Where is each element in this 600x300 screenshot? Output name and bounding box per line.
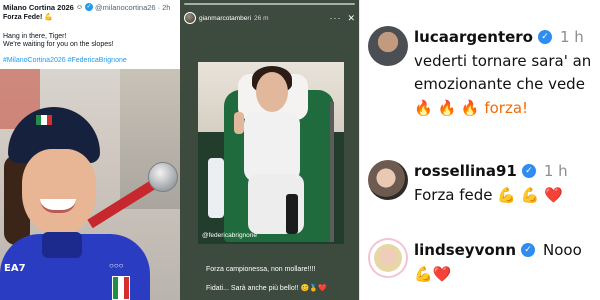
comment-username[interactable]: rossellina91 ✓ 1 h <box>414 162 568 180</box>
comment-text: emozionante che vede <box>414 75 585 93</box>
comment-text: Nooo <box>543 241 582 259</box>
tweet-line-2: We're waiting for you on the slopes! <box>3 41 114 48</box>
more-icon[interactable]: ··· <box>329 13 341 23</box>
story-header: gianmarcotamberi 26 m ··· ✕ <box>184 10 355 26</box>
tweet-account-name[interactable]: Milano Cortina 2026 <box>3 3 74 12</box>
story-panel: gianmarcotamberi 26 m ··· ✕ @federicabri… <box>180 0 359 300</box>
olympic-rings-icon: ○○○ <box>109 261 124 270</box>
tweet-time: 2h <box>162 2 171 12</box>
medal-icon <box>148 162 178 192</box>
story-username[interactable]: gianmarcotamberi <box>199 15 251 22</box>
avatar[interactable] <box>184 12 196 24</box>
comment-username[interactable]: lucaargentero ✓ 1 h <box>414 28 584 46</box>
verified-icon: ✓ <box>538 30 552 44</box>
comment-text: vederti tornare sara' an <box>414 52 592 70</box>
comment-text: Forza fede 💪 💪 ❤️ <box>414 186 563 204</box>
tweet-hashtags[interactable]: #MilanoCortina2026 #FedericaBrignone <box>3 57 127 64</box>
close-icon[interactable]: ✕ <box>347 13 355 24</box>
verified-icon: ✓ <box>521 243 536 257</box>
italy-flag-icon <box>36 115 52 125</box>
story-mention[interactable]: @federicabrignone <box>202 232 257 239</box>
avatar[interactable] <box>368 26 408 66</box>
avatar[interactable] <box>368 160 408 200</box>
story-caption-1: Forza campionessa, non mollare!!!! <box>206 266 316 273</box>
avatar[interactable] <box>368 238 408 278</box>
comment-text: 🔥 🔥 🔥 forza! <box>414 99 529 117</box>
story-time: 26 m <box>254 14 269 22</box>
tweet-headline: Forza Fede! 💪 <box>3 14 53 21</box>
comment-time: 1 h <box>560 28 584 46</box>
comment-text: 💪❤️ <box>414 265 452 283</box>
verified-icon: ✓ <box>85 3 94 11</box>
smile-emoji: ☺ <box>75 3 84 11</box>
italy-flag-badge-icon <box>112 276 130 300</box>
tweet-panel: Milano Cortina 2026 ☺ ✓ @milanocortina26… <box>0 0 180 300</box>
story-photo <box>198 62 344 244</box>
story-caption-2: Fidati... Sarà anche più bello!! 😊🏅❤️ <box>206 285 327 292</box>
tweet-header: Milano Cortina 2026 ☺ ✓ @milanocortina26… <box>3 2 171 12</box>
verified-icon: ✓ <box>521 164 536 178</box>
comment-username[interactable]: lindseyvonn ✓ Nooo <box>414 241 582 259</box>
tweet-photo[interactable]: EA7 ○○○ <box>0 69 180 300</box>
story-progress-bar <box>184 3 355 5</box>
comments-panel: lucaargentero ✓ 1 h vederti tornare sara… <box>359 0 600 300</box>
tweet-handle[interactable]: @milanocortina26 <box>95 3 156 12</box>
brand-logo: EA7 <box>4 263 26 274</box>
comment-time: 1 h <box>543 162 568 180</box>
